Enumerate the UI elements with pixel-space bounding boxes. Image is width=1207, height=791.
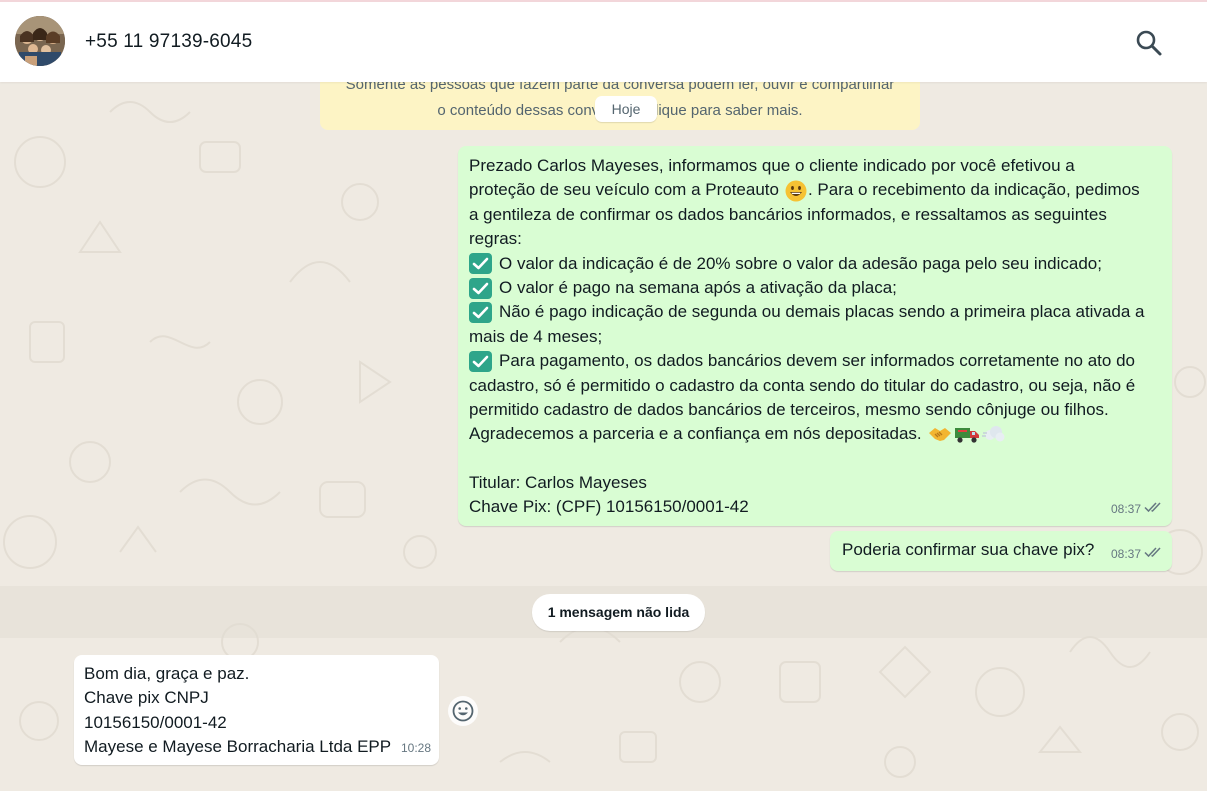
contact-name[interactable]: +55 11 97139-6045 [85, 31, 252, 53]
check-mark-icon [469, 350, 492, 372]
outgoing-message[interactable]: Prezado Carlos Mayeses, informamos que o… [458, 146, 1172, 526]
message-time: 10:28 [400, 740, 431, 755]
message-line: O valor é pago na semana após a ativação… [469, 276, 1162, 300]
message-line: Prezado Carlos Mayeses, informamos que o… [469, 156, 1075, 175]
message-text: . Para o recebimento da indicação, pedim… [807, 180, 1140, 200]
message-line: Não é pago indicação de segunda ou demai… [469, 300, 1162, 324]
outgoing-message[interactable]: Poderia confirmar sua chave pix? 08:37 [830, 531, 1172, 571]
message-text: O valor é pago na semana após a ativação… [499, 277, 897, 297]
message-text: Agradecemos a parceria e a confiança em … [469, 424, 922, 444]
double-check-read-icon [1144, 497, 1164, 521]
incoming-message[interactable]: Bom dia, graça e paz. Chave pix CNPJ 101… [74, 655, 439, 765]
handshake-icon [928, 424, 952, 444]
chat-area[interactable]: Somente as pessoas que fazem parte da co… [0, 82, 1207, 791]
message-line: Chave pix CNPJ [84, 688, 209, 708]
message-line: regras: [469, 229, 522, 249]
message-line: Mayese e Mayese Borracharia Ltda EPP [84, 737, 392, 757]
message-line: Para pagamento, os dados bancários devem… [469, 349, 1162, 373]
message-line: permitido cadastro de dados bancários de… [469, 399, 1109, 419]
chat-header: +55 11 97139-6045 [0, 2, 1207, 82]
message-text: Não é pago indicação de segunda ou demai… [499, 302, 1145, 322]
emoji-reaction-icon[interactable] [448, 696, 478, 726]
message-meta: 08:37 [1111, 542, 1164, 566]
dash-cloud-icon [981, 424, 1006, 444]
check-mark-icon [469, 253, 492, 275]
unread-messages-chip: 1 mensagem não lida [532, 594, 705, 631]
message-line: Agradecemos a parceria e a confiança em … [469, 422, 1162, 446]
message-text: proteção de seu veículo com a Proteauto [469, 180, 779, 200]
message-line: 10156150/0001-42 [84, 712, 227, 732]
contact-avatar[interactable] [15, 16, 65, 66]
message-line: Chave Pix: (CPF) 10156150/0001-42 [469, 497, 749, 517]
message-line: cadastro, só é permitido o cadastro da c… [469, 375, 1136, 395]
message-time: 08:37 [1110, 501, 1141, 516]
message-line: O valor da indicação é de 20% sobre o va… [469, 252, 1162, 276]
message-meta: 10:28 [401, 736, 431, 760]
date-chip: Hoje [595, 96, 657, 122]
double-check-read-icon [1144, 542, 1164, 566]
message-text: Para pagamento, os dados bancários devem… [499, 351, 1135, 371]
message-line: proteção de seu veículo com a Proteauto … [469, 178, 1162, 202]
message-text: O valor da indicação é de 20% sobre o va… [499, 253, 1102, 273]
message-line: Titular: Carlos Mayeses [469, 473, 647, 493]
message-time: 08:37 [1110, 546, 1141, 561]
message-line: mais de 4 meses; [469, 326, 603, 346]
grinning-face-icon [785, 180, 807, 202]
search-icon[interactable] [1134, 28, 1164, 58]
message-line: a gentileza de confirmar os dados bancár… [469, 204, 1107, 224]
message-meta: 08:37 [1111, 497, 1164, 521]
message-line: Bom dia, graça e paz. [84, 664, 250, 683]
check-mark-icon [469, 277, 492, 299]
truck-icon [954, 424, 980, 444]
check-mark-icon [469, 302, 492, 324]
